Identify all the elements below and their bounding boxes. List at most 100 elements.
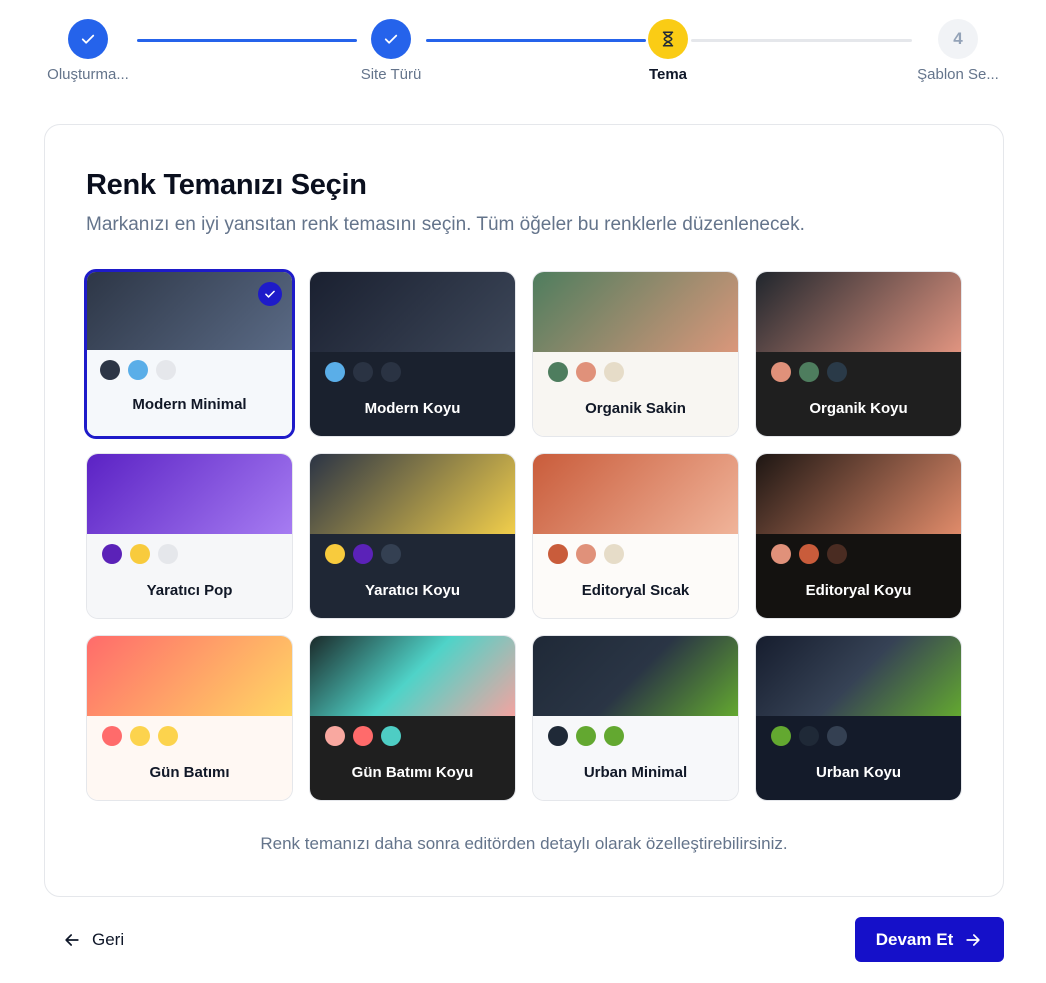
theme-preview (533, 454, 738, 534)
theme-name: Urban Minimal (583, 764, 688, 781)
theme-option[interactable]: Organik Koyu (755, 271, 962, 437)
theme-name: Modern Minimal (132, 396, 247, 413)
color-swatch (771, 362, 791, 382)
theme-body: Urban Minimal (533, 716, 738, 800)
color-swatches (771, 544, 847, 564)
theme-name: Editoryal Sıcak (581, 582, 690, 599)
color-swatches (548, 726, 624, 746)
theme-option[interactable]: Organik Sakin (532, 271, 739, 437)
color-swatch (604, 544, 624, 564)
color-swatch (576, 544, 596, 564)
step-label: Oluşturma... (47, 66, 129, 83)
theme-body: Organik Sakin (533, 352, 738, 436)
theme-body: Yaratıcı Pop (87, 534, 292, 618)
theme-option[interactable]: Editoryal Koyu (755, 453, 962, 619)
color-swatches (325, 726, 401, 746)
color-swatch (799, 544, 819, 564)
color-swatch (353, 362, 373, 382)
color-swatch (325, 362, 345, 382)
color-swatches (771, 362, 847, 382)
selected-badge (258, 282, 282, 306)
color-swatch (381, 726, 401, 746)
theme-preview (310, 272, 515, 352)
step-connector-1 (137, 39, 357, 42)
theme-name: Urban Koyu (815, 764, 901, 781)
color-swatch (548, 362, 568, 382)
color-swatch (156, 360, 176, 380)
theme-option[interactable]: Yaratıcı Koyu (309, 453, 516, 619)
color-swatch (102, 544, 122, 564)
step-label: Site Türü (360, 66, 422, 83)
theme-name: Organik Koyu (809, 400, 908, 417)
theme-preview (533, 272, 738, 352)
theme-preview (756, 454, 961, 534)
step-done-indicator (371, 19, 411, 59)
theme-selection-card: Renk Temanızı Seçin Markanızı en iyi yan… (44, 124, 1004, 897)
color-swatches (102, 544, 178, 564)
continue-button[interactable]: Devam Et (855, 917, 1004, 962)
color-swatch (100, 360, 120, 380)
theme-preview (310, 636, 515, 716)
theme-name: Yaratıcı Koyu (364, 582, 461, 599)
check-icon (265, 290, 275, 298)
back-button[interactable]: Geri (62, 922, 124, 958)
theme-preview (87, 636, 292, 716)
color-swatch (827, 544, 847, 564)
color-swatch (771, 544, 791, 564)
theme-option[interactable]: Gün Batımı (86, 635, 293, 801)
color-swatch (325, 544, 345, 564)
step-connector-3 (691, 39, 912, 42)
theme-body: Modern Koyu (310, 352, 515, 436)
theme-body: Modern Minimal (87, 350, 292, 436)
check-icon (384, 34, 398, 44)
color-swatch (576, 362, 596, 382)
step-creation[interactable]: Oluşturma... (33, 0, 143, 83)
theme-option[interactable]: Gün Batımı Koyu (309, 635, 516, 801)
theme-name: Editoryal Koyu (805, 582, 912, 599)
color-swatch (158, 726, 178, 746)
color-swatch (128, 360, 148, 380)
theme-option[interactable]: Urban Koyu (755, 635, 962, 801)
theme-name: Gün Batımı (149, 764, 230, 781)
theme-option[interactable]: Modern Minimal (84, 269, 295, 439)
theme-preview (87, 272, 292, 350)
color-swatch (381, 544, 401, 564)
color-swatch (325, 726, 345, 746)
theme-name: Yaratıcı Pop (146, 582, 233, 599)
color-swatch (576, 726, 596, 746)
theme-option[interactable]: Yaratıcı Pop (86, 453, 293, 619)
color-swatch (548, 544, 568, 564)
theme-body: Editoryal Koyu (756, 534, 961, 618)
color-swatch (353, 544, 373, 564)
step-done-indicator (68, 19, 108, 59)
theme-option[interactable]: Modern Koyu (309, 271, 516, 437)
check-icon (81, 34, 95, 44)
hourglass-icon (662, 31, 674, 47)
color-swatch (799, 726, 819, 746)
color-swatch (771, 726, 791, 746)
step-number: 4 (938, 19, 978, 59)
step-label: Şablon Se... (917, 66, 999, 83)
color-swatch (381, 362, 401, 382)
theme-option[interactable]: Editoryal Sıcak (532, 453, 739, 619)
theme-body: Organik Koyu (756, 352, 961, 436)
theme-body: Gün Batımı (87, 716, 292, 800)
color-swatches (771, 726, 847, 746)
color-swatch (158, 544, 178, 564)
color-swatches (548, 544, 624, 564)
page-title: Renk Temanızı Seçin (86, 169, 367, 201)
theme-preview (756, 636, 961, 716)
page-subtitle: Markanızı en iyi yansıtan renk temasını … (86, 214, 805, 235)
color-swatch (353, 726, 373, 746)
theme-preview (756, 272, 961, 352)
customization-hint: Renk temanızı daha sonra editörden detay… (260, 834, 788, 853)
color-swatches (102, 726, 178, 746)
color-swatch (130, 544, 150, 564)
step-site-type[interactable]: Site Türü (336, 0, 446, 83)
theme-body: Editoryal Sıcak (533, 534, 738, 618)
step-label: Tema (648, 66, 688, 83)
theme-name: Modern Koyu (364, 400, 461, 417)
arrow-right-icon (966, 933, 980, 946)
theme-option[interactable]: Urban Minimal (532, 635, 739, 801)
back-label: Geri (92, 930, 125, 949)
